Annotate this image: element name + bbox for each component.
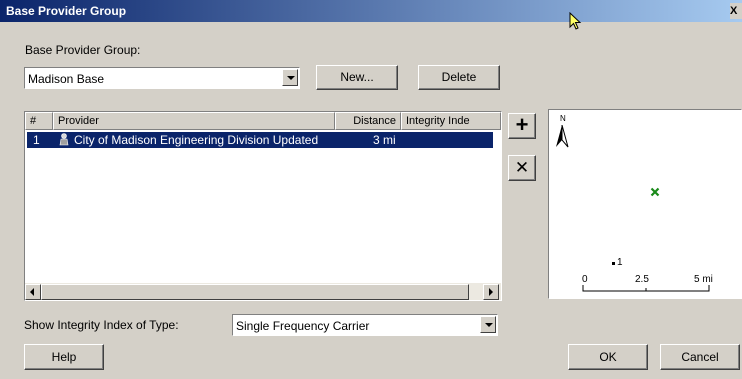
scale-label-2-5: 2.5 (635, 274, 649, 285)
integrity-type-label: Show Integrity Index of Type: (24, 318, 179, 332)
provider-marker-icon (650, 187, 660, 197)
location-point-label: 1 (617, 257, 623, 268)
base-provider-group-label: Base Provider Group: (25, 43, 141, 57)
delete-button[interactable]: Delete (418, 65, 500, 90)
north-label: N (560, 114, 566, 123)
cancel-button[interactable]: Cancel (660, 344, 740, 370)
close-button[interactable]: X (730, 3, 742, 19)
base-provider-group-select[interactable]: Madison Base (24, 67, 300, 89)
scale-label-0: 0 (582, 274, 588, 285)
provider-list[interactable]: # Provider Distance Integrity Inde 1 Cit… (24, 111, 502, 301)
new-button[interactable]: New... (316, 65, 398, 90)
scroll-right-button[interactable] (483, 284, 499, 300)
help-button[interactable]: Help (24, 344, 104, 370)
location-point (612, 262, 615, 265)
row-provider-name: City of Madison Engineering Division Upd… (74, 133, 319, 147)
title-bar[interactable]: Base Provider Group X (0, 0, 742, 30)
column-header-integrity-index[interactable]: Integrity Inde (401, 112, 501, 130)
integrity-type-value: Single Frequency Carrier (236, 319, 370, 333)
scale-bar (582, 285, 710, 292)
scale-label-5-mi: 5 mi (694, 274, 713, 285)
horizontal-scrollbar[interactable] (25, 283, 501, 300)
row-distance: 3 mi (373, 133, 396, 147)
base-provider-group-value: Madison Base (28, 72, 105, 86)
map-panel[interactable]: N 1 0 2.5 5 mi (548, 109, 742, 299)
scroll-thumb[interactable] (41, 284, 469, 300)
provider-station-icon (59, 133, 69, 146)
row-number: 1 (33, 133, 40, 147)
column-header-number[interactable]: # (25, 112, 53, 130)
chevron-down-icon[interactable] (282, 69, 298, 86)
ok-button[interactable]: OK (568, 344, 648, 370)
window-title: Base Provider Group (6, 4, 127, 18)
chevron-down-icon[interactable] (480, 316, 496, 333)
integrity-type-select[interactable]: Single Frequency Carrier (232, 314, 498, 336)
remove-provider-button[interactable]: ✕ (508, 155, 536, 181)
table-row[interactable]: 1 City of Madison Engineering Division U… (27, 132, 493, 148)
north-arrow-icon (556, 125, 569, 148)
column-header-provider[interactable]: Provider (53, 112, 335, 130)
add-provider-button[interactable]: + (508, 113, 536, 139)
scroll-left-button[interactable] (25, 284, 41, 300)
mouse-cursor-icon (569, 12, 582, 30)
column-header-distance[interactable]: Distance (335, 112, 401, 130)
